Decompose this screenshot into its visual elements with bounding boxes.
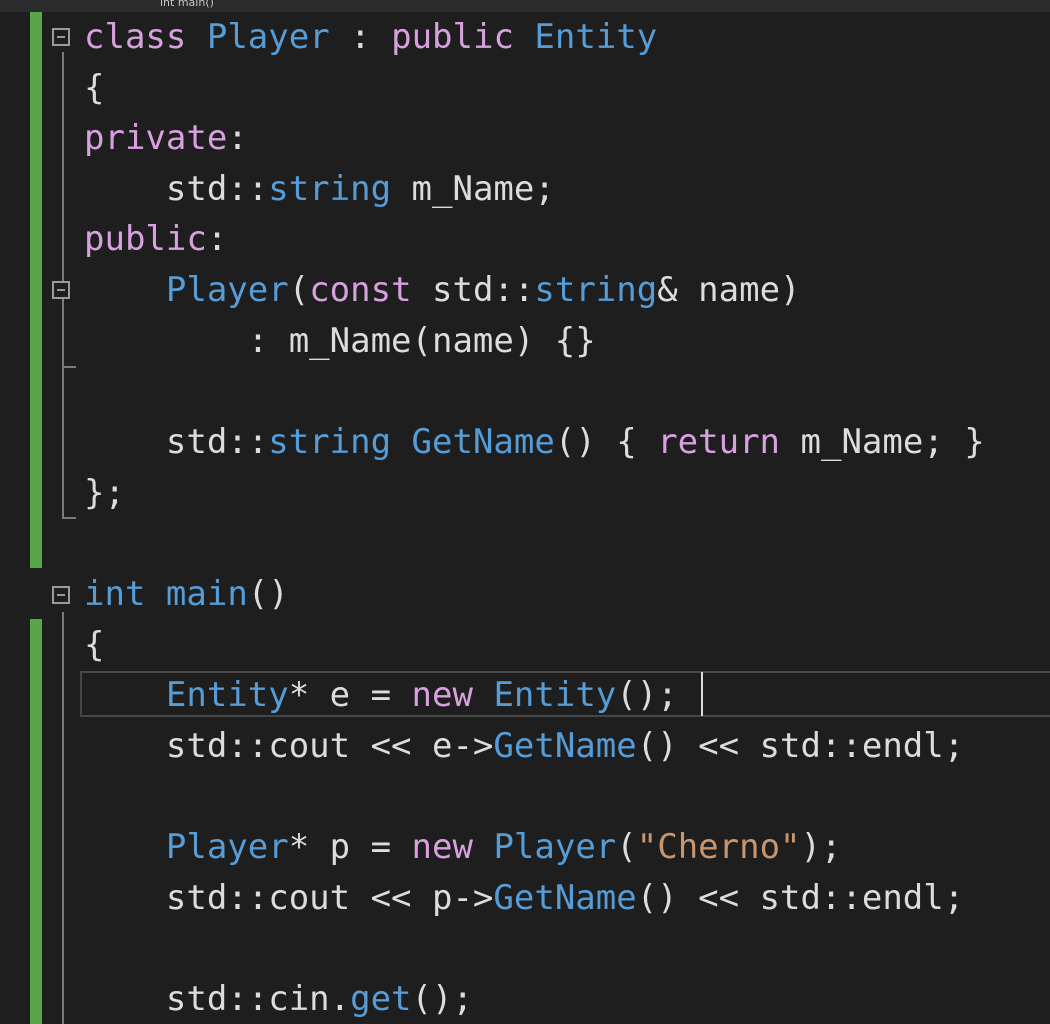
text-cursor — [701, 672, 703, 716]
outline-guide-end — [62, 517, 76, 519]
code-line[interactable]: std::cout << p->GetName() << std::endl; — [84, 873, 964, 923]
code-line[interactable]: : m_Name(name) {} — [84, 316, 596, 366]
function-dropdown[interactable]: int main() — [160, 0, 214, 9]
code-line[interactable]: public: — [84, 214, 227, 264]
outline-guide — [62, 612, 64, 1024]
code-line[interactable]: std::cout << e->GetName() << std::endl; — [84, 721, 964, 771]
code-line[interactable]: private: — [84, 113, 248, 163]
changed-lines-marker — [30, 12, 42, 568]
outline-guide-end — [62, 366, 76, 368]
code-line-current[interactable]: Entity* e = new Entity(); — [84, 670, 678, 720]
code-line[interactable]: }; — [84, 468, 125, 518]
code-line[interactable]: { — [84, 620, 104, 670]
code-line[interactable]: std::string GetName() { return m_Name; } — [84, 417, 985, 467]
code-line[interactable]: Player(const std::string& name) — [84, 265, 801, 315]
code-line[interactable]: { — [84, 63, 104, 113]
changed-lines-marker — [30, 619, 42, 1024]
outline-guide — [62, 306, 64, 368]
collapse-constructor-toggle[interactable] — [52, 281, 70, 299]
collapse-main-toggle[interactable] — [52, 586, 70, 604]
code-line[interactable]: std::cin.get(); — [84, 974, 473, 1024]
collapse-class-toggle[interactable] — [52, 28, 70, 46]
code-line[interactable]: Player* p = new Player("Cherno"); — [84, 822, 842, 872]
code-editor[interactable]: class Player : public Entity { private: … — [0, 12, 1050, 1024]
code-line[interactable]: std::string m_Name; — [84, 164, 555, 214]
code-line[interactable]: int main() — [84, 569, 289, 619]
code-line[interactable]: class Player : public Entity — [84, 12, 657, 62]
